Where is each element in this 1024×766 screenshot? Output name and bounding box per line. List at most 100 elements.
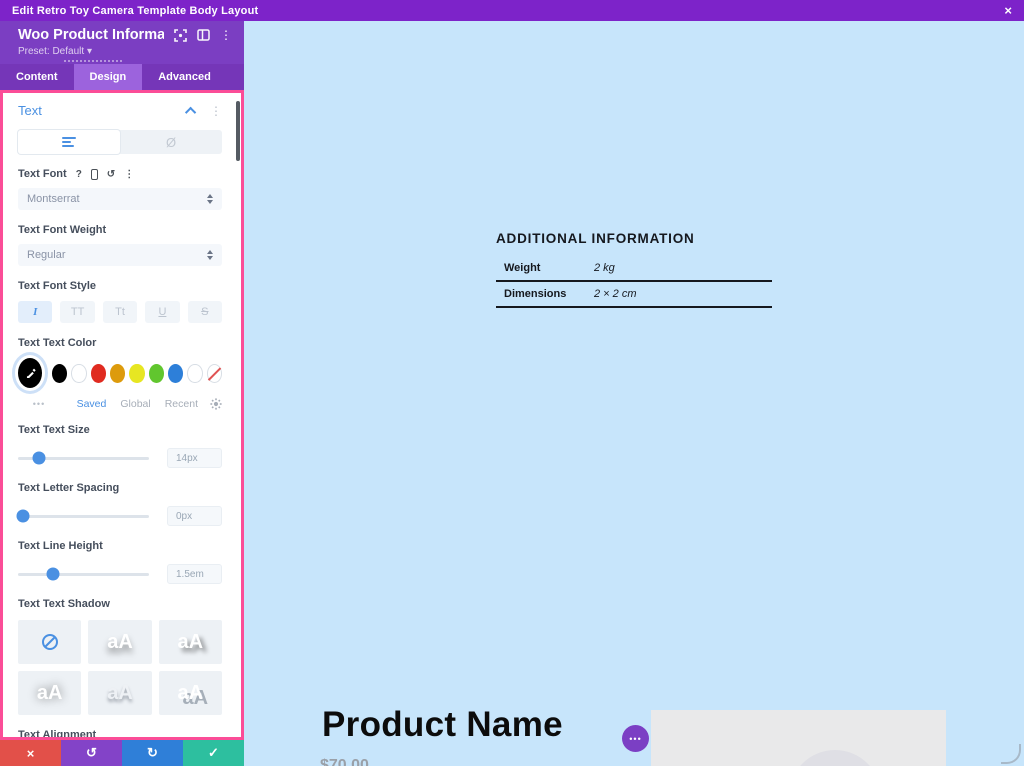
discard-button[interactable]: × <box>0 740 61 766</box>
text-text-color-label: Text Text Color <box>18 337 222 349</box>
text-values-tab[interactable] <box>18 130 120 154</box>
shadow-option[interactable]: aA <box>88 620 151 664</box>
preset-selector[interactable]: Preset: Default ▾ <box>18 46 232 57</box>
color-swatch[interactable] <box>110 364 125 383</box>
section-options-icon[interactable]: ⋮ <box>210 104 222 118</box>
panel-options-icon[interactable]: ⋮ <box>220 28 232 42</box>
link-values-tab[interactable]: Ø <box>120 130 222 154</box>
slider-knob[interactable] <box>47 568 60 581</box>
text-font-weight-label: Text Font Weight <box>18 224 222 236</box>
color-swatch[interactable] <box>187 364 202 383</box>
text-alignment-label: Text Alignment <box>18 729 222 740</box>
color-swatch[interactable] <box>129 364 144 383</box>
text-font-weight-select[interactable]: Regular <box>18 244 222 266</box>
admin-bar-title: Edit Retro Toy Camera Template Body Layo… <box>12 5 258 17</box>
color-swatch[interactable] <box>52 364 67 383</box>
corner-resize-mark <box>1001 744 1021 764</box>
additional-information-title: ADDITIONAL INFORMATION <box>496 231 772 246</box>
screen: Edit Retro Toy Camera Template Body Layo… <box>0 0 1024 766</box>
line-height-input[interactable] <box>167 564 222 584</box>
text-section-header[interactable]: Text ⋮ <box>18 103 222 118</box>
global-colors-link[interactable]: Global <box>120 398 150 410</box>
table-row: Weight 2 kg <box>496 256 772 281</box>
placeholder-circle-decoration <box>789 750 881 766</box>
caret-down-icon: ▾ <box>87 46 92 57</box>
panel-layout-icon[interactable] <box>197 29 210 41</box>
reset-icon[interactable]: ↺ <box>107 169 115 180</box>
redo-button[interactable]: ↻ <box>122 740 183 766</box>
palette-links-row: ••• Saved Global Recent <box>18 398 222 410</box>
product-image-placeholder <box>651 710 946 766</box>
more-colors-icon[interactable]: ••• <box>18 399 60 409</box>
select-arrows-icon <box>207 194 213 204</box>
line-height-slider[interactable] <box>18 573 149 576</box>
field-options-icon[interactable]: ⋮ <box>124 169 134 180</box>
panel-header: Woo Product Information S... ⋮ <box>0 21 244 64</box>
admin-bar: Edit Retro Toy Camera Template Body Layo… <box>0 0 1024 21</box>
shadow-option[interactable]: aA <box>88 671 151 715</box>
uppercase-button[interactable]: TT <box>60 301 94 323</box>
help-icon[interactable]: ? <box>76 169 82 180</box>
drag-grip-dots[interactable] <box>64 60 122 62</box>
gear-icon[interactable] <box>210 398 222 410</box>
text-text-size-label: Text Text Size <box>18 424 222 436</box>
save-button[interactable]: ✓ <box>183 740 244 766</box>
shadow-none-option[interactable] <box>18 620 81 664</box>
text-size-slider[interactable] <box>18 457 149 460</box>
select-arrows-icon <box>207 250 213 260</box>
shadow-option[interactable]: aA <box>159 620 222 664</box>
text-shadow-options: aA aA aA aA aA <box>18 620 222 715</box>
saved-colors-link[interactable]: Saved <box>77 398 107 410</box>
tab-content[interactable]: Content <box>0 64 74 90</box>
recent-colors-link[interactable]: Recent <box>165 398 198 410</box>
text-values-link-toggle: Ø <box>18 130 222 154</box>
strikethrough-button[interactable]: S <box>188 301 222 323</box>
text-letter-spacing-label: Text Letter Spacing <box>18 482 222 494</box>
no-shadow-icon <box>41 633 59 651</box>
text-font-label: Text Font ? ↺ ⋮ <box>18 168 222 180</box>
letter-spacing-slider[interactable] <box>18 515 149 518</box>
attributes-table: Weight 2 kg Dimensions 2 × 2 cm <box>496 256 772 308</box>
module-settings-panel: Woo Product Information S... ⋮ <box>0 21 244 766</box>
italic-button[interactable]: I <box>18 301 52 323</box>
underline-button[interactable]: U <box>145 301 179 323</box>
no-color-swatch[interactable] <box>207 364 222 383</box>
attribute-label: Weight <box>496 256 586 281</box>
shadow-option[interactable]: aA <box>18 671 81 715</box>
product-name-heading: Product Name <box>322 705 563 745</box>
product-price-partial: $70.00 <box>320 757 410 766</box>
text-align-icon <box>62 135 76 149</box>
letter-spacing-input[interactable] <box>167 506 222 526</box>
color-swatch[interactable] <box>168 364 183 383</box>
module-settings-dots-button[interactable]: ••• <box>622 725 649 752</box>
text-letter-spacing-control <box>18 506 222 526</box>
color-swatch[interactable] <box>71 364 86 383</box>
shadow-option[interactable]: aA <box>159 671 222 715</box>
close-icon[interactable]: × <box>1004 3 1012 18</box>
link-icon: Ø <box>166 135 176 150</box>
responsive-phone-icon[interactable] <box>91 169 98 180</box>
panel-footer: × ↺ ↻ ✓ <box>0 740 244 766</box>
small-caps-button[interactable]: Tt <box>103 301 137 323</box>
scrollbar-thumb[interactable] <box>236 101 240 161</box>
table-row: Dimensions 2 × 2 cm <box>496 281 772 307</box>
tab-advanced[interactable]: Advanced <box>142 64 227 90</box>
text-size-input[interactable] <box>167 448 222 468</box>
text-font-style-label: Text Font Style <box>18 280 222 292</box>
text-font-select[interactable]: Montserrat <box>18 188 222 210</box>
undo-button[interactable]: ↺ <box>61 740 122 766</box>
slider-knob[interactable] <box>32 452 45 465</box>
eyedropper-button[interactable] <box>18 358 42 388</box>
color-swatch[interactable] <box>91 364 106 383</box>
scan-preview-icon[interactable] <box>174 29 187 42</box>
text-font-value: Montserrat <box>27 193 80 205</box>
design-settings-content: Text ⋮ Ø Text Font ? ↺ ⋮ Montserr <box>0 90 244 740</box>
panel-tabs: Content Design Advanced <box>0 64 244 90</box>
slider-knob[interactable] <box>17 510 30 523</box>
color-swatch[interactable] <box>149 364 164 383</box>
text-font-weight-value: Regular <box>27 249 66 261</box>
tab-design[interactable]: Design <box>74 64 143 90</box>
page-preview: ADDITIONAL INFORMATION Weight 2 kg Dimen… <box>244 21 1024 766</box>
attribute-value: 2 × 2 cm <box>586 281 772 307</box>
text-font-style-buttons: I TT Tt U S <box>18 301 222 323</box>
